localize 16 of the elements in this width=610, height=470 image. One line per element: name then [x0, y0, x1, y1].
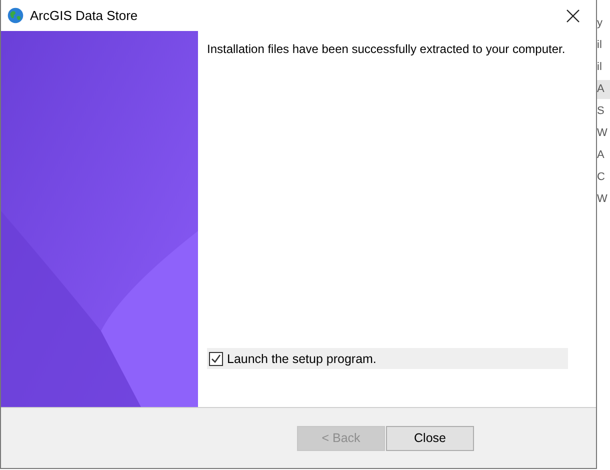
window-title: ArcGIS Data Store: [30, 8, 139, 23]
globe-icon: [7, 7, 24, 24]
close-icon: [566, 8, 580, 22]
close-dialog-button[interactable]: Close: [386, 426, 474, 450]
background-text: W: [597, 192, 608, 207]
background-text: il: [597, 38, 603, 53]
background-text: C: [597, 170, 606, 185]
background-text: A: [597, 148, 606, 163]
background-text: A: [597, 80, 610, 99]
background-text: y: [597, 16, 604, 31]
checkmark-icon: [211, 354, 221, 364]
message-text: Installation files have been successfully extracted to your computer.: [207, 42, 566, 58]
background-text: W: [597, 126, 608, 141]
background-text: il: [597, 60, 603, 75]
launch-checkbox[interactable]: Launch the setup program.: [207, 348, 568, 369]
background-text: S: [597, 104, 606, 119]
